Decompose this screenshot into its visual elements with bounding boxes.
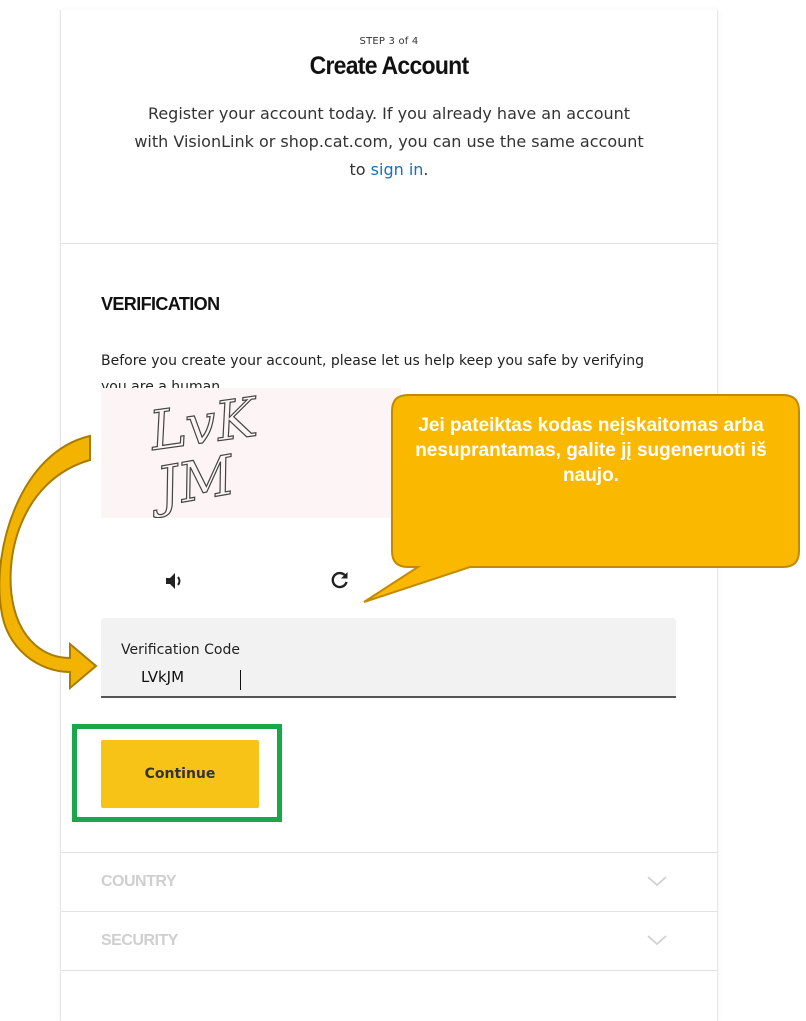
verification-code-field[interactable]: Verification Code xyxy=(101,618,676,698)
intro-text-end: . xyxy=(423,160,429,179)
step-indicator: STEP 3 of 4 xyxy=(359,36,419,47)
section-security[interactable]: SECURITY xyxy=(61,912,717,970)
verification-code-label: Verification Code xyxy=(121,642,240,658)
page-title: Create Account xyxy=(309,52,470,80)
callout-text: Jei pateiktas kodas neįskaitomas arba ne… xyxy=(415,415,767,486)
refresh-icon[interactable] xyxy=(331,571,349,589)
text-cursor xyxy=(240,670,241,690)
verification-title: VERIFICATION xyxy=(101,294,220,314)
chevron-down-icon[interactable] xyxy=(646,934,668,946)
security-section-title: SECURITY xyxy=(101,932,178,949)
create-account-card: STEP 3 of 4 Create Account Register your… xyxy=(60,10,718,1021)
continue-highlight-frame xyxy=(72,724,282,822)
country-section-title: COUNTRY xyxy=(101,873,177,890)
sign-in-link[interactable]: sign in xyxy=(371,160,424,179)
captcha-graphic: LvK JM xyxy=(142,385,264,521)
volume-icon[interactable] xyxy=(164,570,184,592)
intro-text: Register your account today. If you alre… xyxy=(129,100,649,184)
captcha-image: LvK JM xyxy=(101,385,401,521)
section-divider-3 xyxy=(61,970,717,971)
header-divider xyxy=(61,243,717,244)
section-country[interactable]: COUNTRY xyxy=(61,853,717,911)
chevron-down-icon[interactable] xyxy=(646,875,668,887)
verification-code-input[interactable] xyxy=(141,666,541,688)
card-header: STEP 3 of 4 Create Account Register your… xyxy=(61,10,717,243)
